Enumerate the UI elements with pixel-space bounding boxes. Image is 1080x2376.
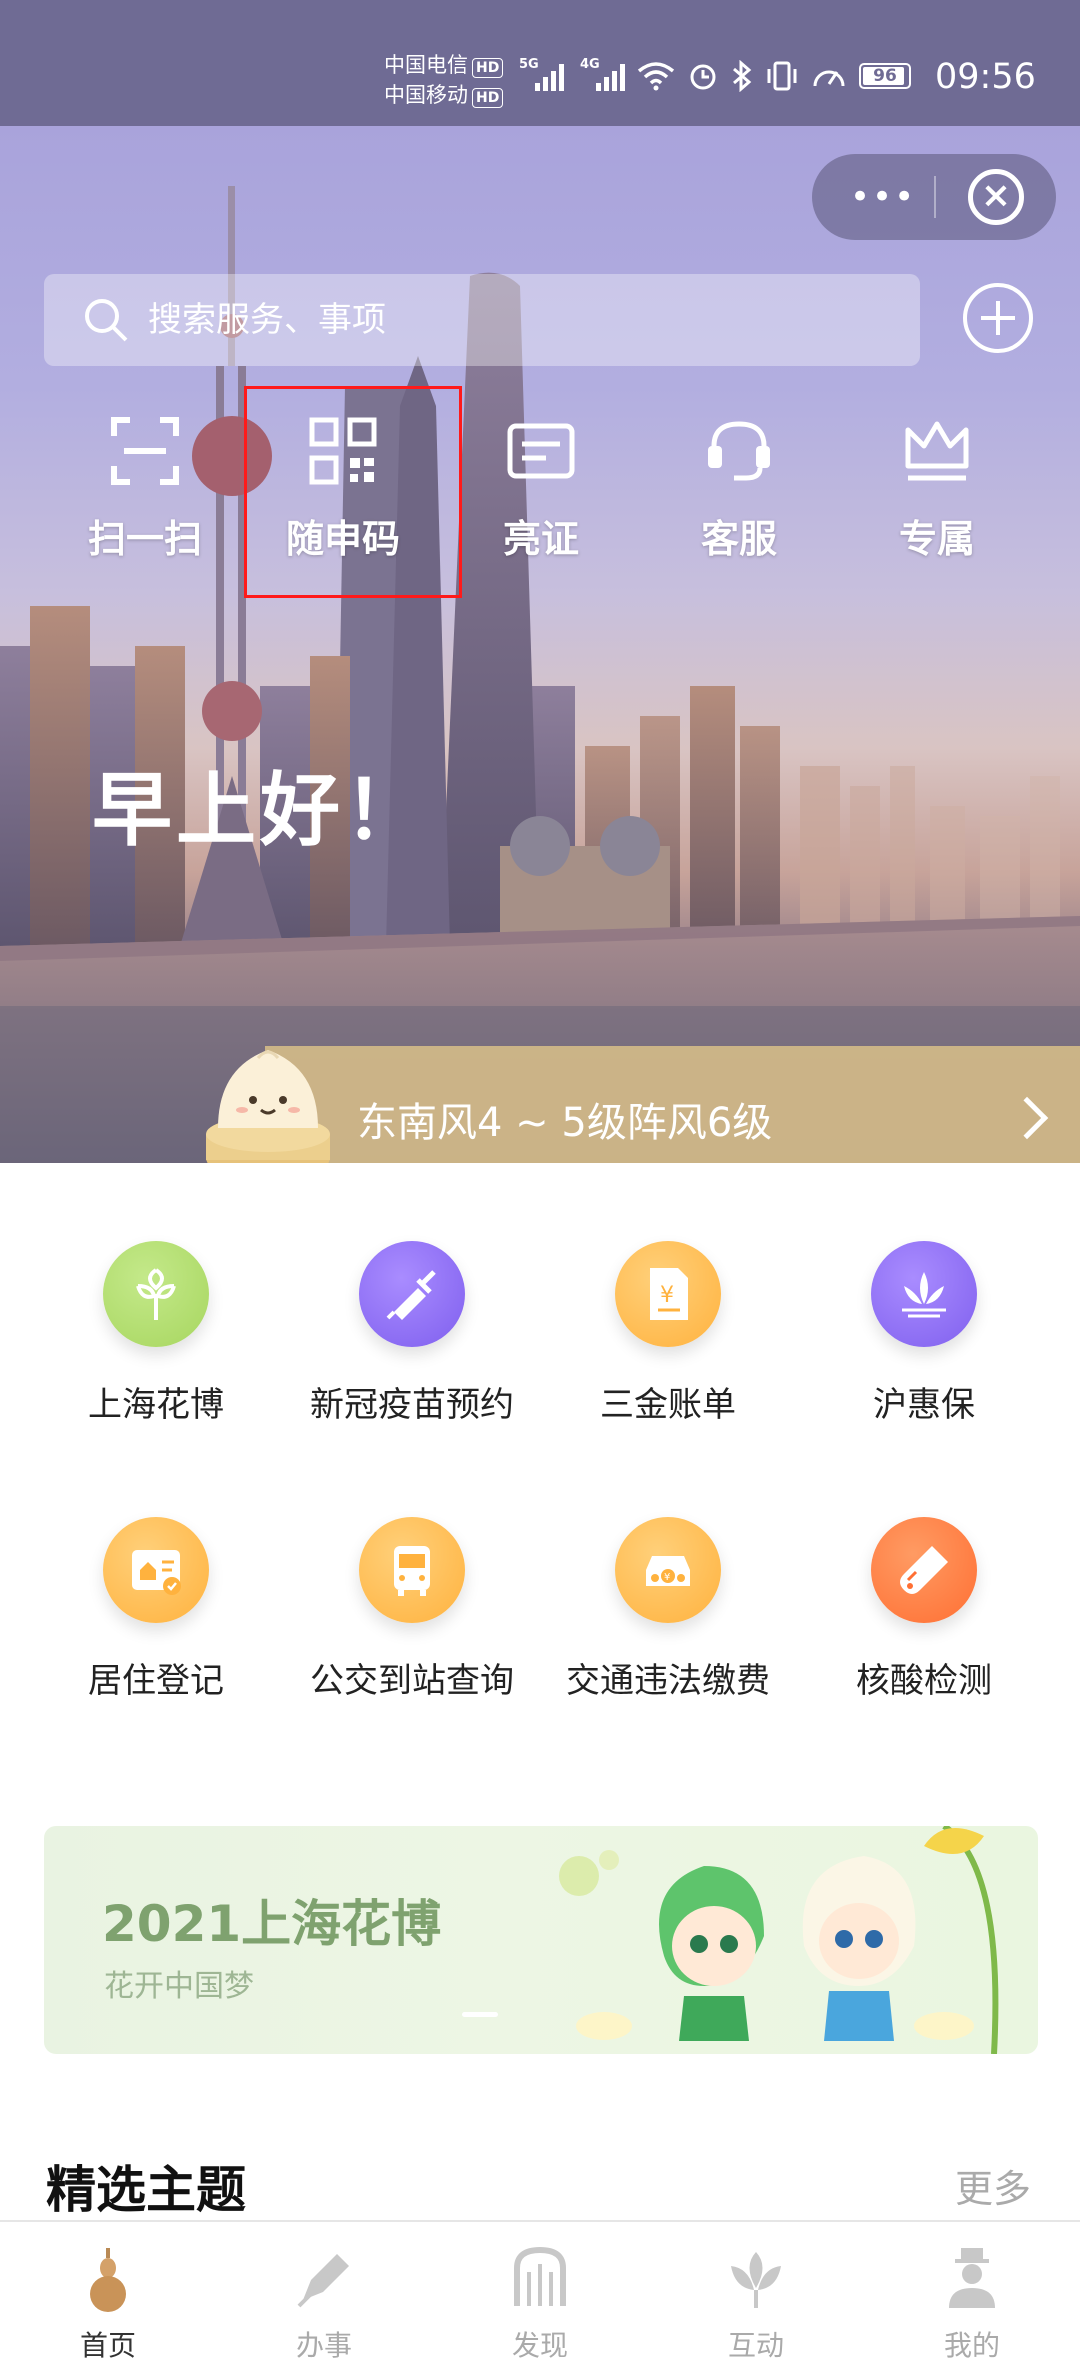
service-traffic-fine[interactable]: ¥ 交通违法缴费 — [540, 1517, 796, 1702]
service-vaccine[interactable]: 新冠疫苗预约 — [284, 1241, 540, 1426]
service-huhuibao[interactable]: 沪惠保 — [796, 1241, 1052, 1426]
quick-action-label: 专属 — [898, 517, 975, 561]
service-label: 沪惠保 — [873, 1385, 975, 1425]
quick-action-label: 扫一扫 — [87, 517, 202, 561]
alarm-icon — [690, 64, 716, 90]
bluetooth-icon — [733, 60, 752, 92]
banner-subtitle: 花开中国梦 — [104, 1969, 254, 2004]
bottom-tab-bar: 首页 办事 发现 互动 我的 — [0, 2220, 1080, 2376]
interact-icon — [731, 2252, 781, 2308]
annotation-highlight-box — [244, 386, 462, 598]
carousel-indicator — [462, 2012, 498, 2017]
scan-icon — [111, 417, 179, 485]
car-fine-icon: ¥ — [615, 1517, 721, 1623]
service-label: 交通违法缴费 — [566, 1661, 770, 1701]
search-icon — [85, 299, 128, 342]
search-bar[interactable]: 搜索服务、事项 — [44, 274, 920, 366]
weather-text: 东南风4 ~ 5级阵风6级 — [357, 1100, 773, 1146]
tab-label: 办事 — [295, 2329, 352, 2362]
service-label: 核酸检测 — [856, 1661, 992, 1701]
capsule-divider — [934, 176, 936, 218]
wifi-icon — [637, 62, 675, 91]
id-card-icon — [507, 423, 575, 479]
carrier-1: 中国电信 — [384, 53, 468, 77]
headset-icon — [708, 421, 770, 481]
flower-expo-banner[interactable]: 2021上海花博 花开中国梦 — [44, 1826, 1038, 2054]
discover-icon — [514, 2246, 566, 2306]
service-label: 新冠疫苗预约 — [310, 1385, 514, 1425]
profile-icon — [949, 2248, 995, 2308]
quick-action-service[interactable]: 客服 — [669, 416, 809, 563]
hd-badge: HD — [472, 88, 504, 108]
status-bar: 中国电信 HD 中国移动 HD 5G 4G 96 09:56 — [0, 0, 1080, 126]
close-icon[interactable]: × — [968, 169, 1024, 225]
quick-action-label: 亮证 — [502, 517, 579, 561]
service-label: 上海花博 — [88, 1385, 224, 1425]
service-flower-expo[interactable]: 上海花博 — [28, 1241, 284, 1426]
more-options-icon[interactable]: ••• — [850, 180, 916, 214]
tab-label: 首页 — [79, 2329, 136, 2362]
section-title: 精选主题 — [46, 2161, 246, 2219]
bus-icon — [359, 1517, 465, 1623]
vibrate-icon — [767, 61, 797, 91]
quick-action-scan[interactable]: 扫一扫 — [75, 416, 215, 563]
hero-banner: ••• × 搜索服务、事项 扫一扫 随申码 亮证 客服 专属 早上好！ 东南风4… — [0, 126, 1080, 1163]
residence-icon — [103, 1517, 209, 1623]
signal-icon: 5G — [519, 57, 564, 91]
speed-icon — [813, 70, 845, 87]
system-icons: 5G 4G 96 — [515, 56, 911, 96]
test-tube-icon — [871, 1517, 977, 1623]
service-residence[interactable]: 居住登记 — [28, 1517, 284, 1702]
battery-icon: 96 — [859, 63, 911, 89]
service-bus[interactable]: 公交到站查询 — [284, 1517, 540, 1702]
tab-label: 我的 — [943, 2329, 1000, 2362]
tab-label: 发现 — [511, 2329, 568, 2362]
tab-label: 互动 — [727, 2329, 784, 2362]
quick-action-exclusive[interactable]: 专属 — [867, 416, 1007, 563]
tab-services[interactable]: 办事 — [254, 2244, 394, 2364]
tab-profile[interactable]: 我的 — [902, 2244, 1042, 2364]
service-nucleic-test[interactable]: 核酸检测 — [796, 1517, 1052, 1702]
service-label: 三金账单 — [600, 1385, 736, 1425]
pen-icon — [297, 2254, 349, 2308]
svg-text:¥: ¥ — [660, 1283, 674, 1308]
flower-expo-icon — [103, 1241, 209, 1347]
lotus-icon — [871, 1241, 977, 1347]
tab-home[interactable]: 首页 — [38, 2244, 178, 2364]
quick-action-id-card[interactable]: 亮证 — [471, 416, 611, 563]
greeting-text: 早上好！ — [92, 764, 428, 857]
chevron-right-icon — [1005, 1096, 1049, 1140]
crown-icon — [905, 421, 969, 481]
tab-discover[interactable]: 发现 — [470, 2244, 610, 2364]
weather-bar[interactable]: 东南风4 ~ 5级阵风6级 — [265, 1046, 1080, 1163]
bill-icon: ¥ — [615, 1241, 721, 1347]
signal-icon: 4G — [580, 57, 625, 91]
mini-program-capsule: ••• × — [812, 154, 1056, 240]
tab-interact[interactable]: 互动 — [686, 2244, 826, 2364]
search-input[interactable]: 搜索服务、事项 — [148, 294, 386, 346]
service-label: 居住登记 — [88, 1661, 224, 1701]
add-icon[interactable] — [963, 283, 1033, 353]
svg-text:¥: ¥ — [664, 1572, 670, 1583]
service-bill[interactable]: ¥ 三金账单 — [540, 1241, 796, 1426]
hd-badge: HD — [472, 58, 504, 78]
syringe-icon — [359, 1241, 465, 1347]
dumpling-mascot-icon — [206, 1050, 330, 1163]
quick-action-label: 客服 — [700, 517, 777, 561]
carrier-2: 中国移动 — [384, 83, 468, 107]
carrier-info: 中国电信 HD 中国移动 HD — [384, 50, 504, 110]
banner-title: 2021上海花博 — [102, 1895, 442, 1953]
clock: 09:56 — [935, 57, 1036, 97]
home-icon — [90, 2248, 126, 2312]
service-label: 公交到站查询 — [310, 1661, 514, 1701]
more-link[interactable]: 更多 — [955, 2158, 1031, 2213]
